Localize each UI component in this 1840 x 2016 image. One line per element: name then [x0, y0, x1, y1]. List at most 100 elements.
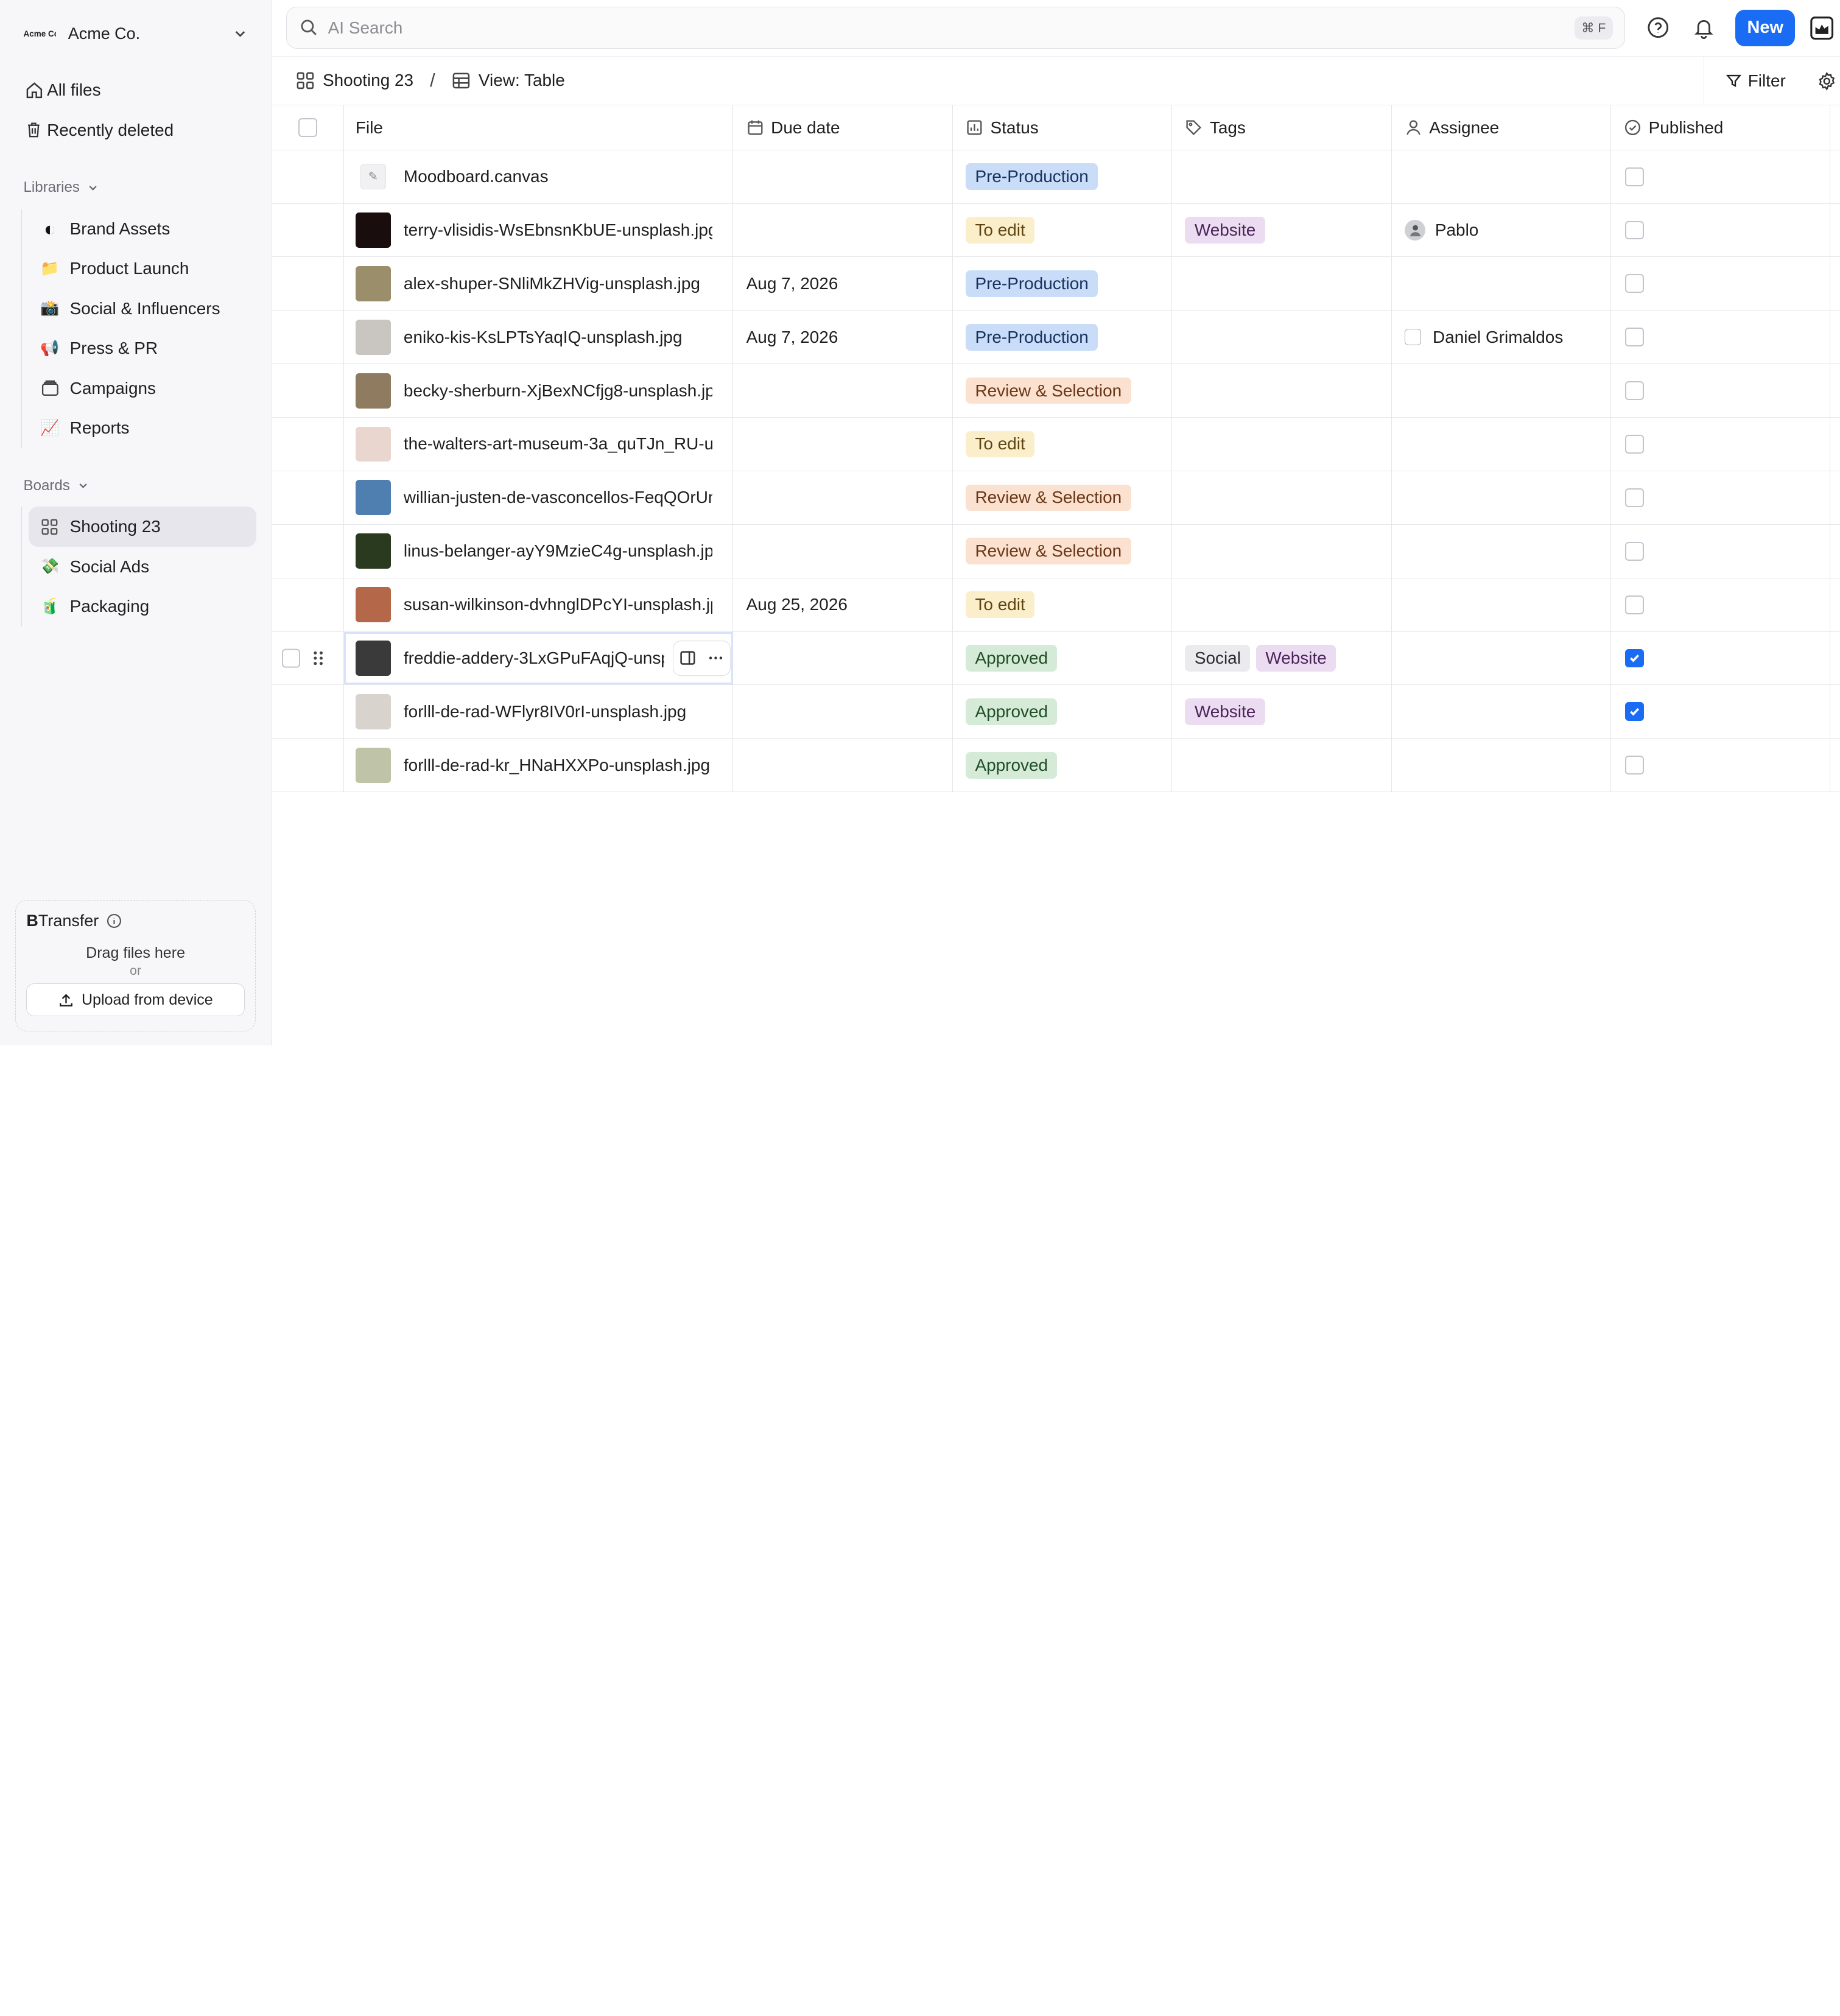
nav-recently-deleted[interactable]: Recently deleted	[16, 110, 255, 150]
table-row[interactable]: the-walters-art-museum-3a_quTJn_RU-unspl…	[272, 418, 1840, 471]
tags-cell[interactable]	[1172, 150, 1392, 203]
workspace-switcher[interactable]: Acme Co. Acme Co.	[0, 0, 272, 68]
assignee-cell[interactable]	[1392, 150, 1611, 203]
assignee-cell[interactable]	[1392, 631, 1611, 685]
transfer-dropzone[interactable]: B Transfer Drag files here or Upload from…	[15, 900, 256, 1031]
due-date-cell[interactable]: Aug 7, 2026	[733, 257, 953, 311]
workspace-profile-icon[interactable]	[1809, 15, 1835, 41]
tags-cell[interactable]: Social Website	[1172, 631, 1392, 685]
tags-cell[interactable]	[1172, 311, 1392, 364]
table-row[interactable]: willian-justen-de-vasconcellos-FeqQOrUns…	[272, 471, 1840, 525]
open-panel-icon[interactable]	[673, 642, 701, 675]
assignee-cell[interactable]	[1392, 471, 1611, 524]
tags-cell[interactable]: Website	[1172, 685, 1392, 739]
status-cell[interactable]: Review & Selection	[953, 524, 1173, 578]
table-row[interactable]: freddie-addery-3LxGPuFAqjQ-unsplash.jpg A…	[272, 631, 1840, 686]
assignee-cell[interactable]: Daniel Grimaldos	[1392, 311, 1611, 364]
file-cell[interactable]: susan-wilkinson-dvhnglDPcYI-unsplash.jpg	[344, 578, 734, 631]
gear-icon[interactable]	[1816, 71, 1838, 92]
table-row[interactable]: alex-shuper-SNliMkZHVig-unsplash.jpg Aug …	[272, 257, 1840, 311]
board-item-packaging[interactable]: 🧃 Packaging	[29, 586, 256, 627]
status-cell[interactable]: Pre-Production	[953, 150, 1173, 203]
table-row[interactable]: forlll-de-rad-kr_HNaHXXPo-unsplash.jpg Ap…	[272, 739, 1840, 793]
libraries-section-toggle[interactable]: Libraries	[0, 174, 272, 202]
upload-from-device-button[interactable]: Upload from device	[26, 983, 245, 1017]
library-item-reports[interactable]: 📈 Reports	[29, 409, 256, 449]
assignee-cell[interactable]	[1392, 685, 1611, 739]
status-cell[interactable]: To edit	[953, 578, 1173, 631]
due-date-cell[interactable]	[733, 364, 953, 418]
file-cell[interactable]: the-walters-art-museum-3a_quTJn_RU-unspl…	[344, 418, 734, 471]
status-cell[interactable]: Review & Selection	[953, 471, 1173, 524]
due-date-cell[interactable]	[733, 150, 953, 203]
published-checkbox[interactable]	[1625, 541, 1644, 561]
library-item-social-influencers[interactable]: 📸 Social & Influencers	[29, 289, 256, 329]
breadcrumb-board[interactable]: Shooting 23	[296, 71, 413, 90]
status-cell[interactable]: Approved	[953, 685, 1173, 739]
file-cell[interactable]: alex-shuper-SNliMkZHVig-unsplash.jpg	[344, 257, 734, 311]
tags-cell[interactable]	[1172, 364, 1392, 418]
table-row[interactable]: forlll-de-rad-WFlyr8IV0rI-unsplash.jpg Ap…	[272, 685, 1840, 739]
column-header-published[interactable]: Published	[1611, 105, 1831, 150]
file-cell[interactable]: forlll-de-rad-WFlyr8IV0rI-unsplash.jpg	[344, 685, 734, 739]
bell-icon[interactable]	[1691, 15, 1716, 41]
table-row[interactable]: eniko-kis-KsLPTsYaqIQ-unsplash.jpg Aug 7,…	[272, 311, 1840, 365]
status-cell[interactable]: Approved	[953, 631, 1173, 685]
status-cell[interactable]: Review & Selection	[953, 364, 1173, 418]
more-options-icon[interactable]	[701, 642, 729, 675]
search-input[interactable]	[328, 18, 1575, 38]
board-item-social-ads[interactable]: 💸 Social Ads	[29, 547, 256, 587]
library-item-brand-assets[interactable]: ◐ Brand Assets	[29, 209, 256, 249]
library-item-campaigns[interactable]: Campaigns	[29, 368, 256, 409]
library-item-product-launch[interactable]: 📁 Product Launch	[29, 249, 256, 289]
status-cell[interactable]: To edit	[953, 418, 1173, 471]
file-cell[interactable]: freddie-addery-3LxGPuFAqjQ-unsplash.jpg	[344, 631, 734, 685]
status-cell[interactable]: Pre-Production	[953, 311, 1173, 364]
published-checkbox[interactable]	[1625, 756, 1644, 775]
column-header-due-date[interactable]: Due date	[733, 105, 953, 150]
status-cell[interactable]: To edit	[953, 203, 1173, 257]
status-cell[interactable]: Pre-Production	[953, 257, 1173, 311]
tags-cell[interactable]	[1172, 739, 1392, 792]
due-date-cell[interactable]	[733, 739, 953, 792]
new-button[interactable]: New	[1735, 9, 1796, 46]
table-row[interactable]: becky-sherburn-XjBexNCfjg8-unsplash.jpg R…	[272, 364, 1840, 418]
info-icon[interactable]	[106, 913, 122, 929]
view-switcher[interactable]: View: Table	[452, 71, 565, 90]
tags-cell[interactable]	[1172, 471, 1392, 524]
published-checkbox[interactable]	[1625, 381, 1644, 400]
tags-cell[interactable]	[1172, 418, 1392, 471]
due-date-cell[interactable]	[733, 685, 953, 739]
assignee-cell[interactable]	[1392, 364, 1611, 418]
drag-handle-icon[interactable]	[312, 650, 324, 666]
file-cell[interactable]: ✎ Moodboard.canvas	[344, 150, 734, 203]
column-header-status[interactable]: Status	[953, 105, 1173, 150]
tags-cell[interactable]: Website	[1172, 203, 1392, 257]
assignee-cell[interactable]: Pablo	[1392, 203, 1611, 257]
assignee-cell[interactable]	[1392, 418, 1611, 471]
published-checkbox[interactable]	[1625, 595, 1644, 614]
due-date-cell[interactable]: Aug 25, 2026	[733, 578, 953, 631]
tags-cell[interactable]	[1172, 578, 1392, 631]
status-cell[interactable]: Approved	[953, 739, 1173, 792]
boards-section-toggle[interactable]: Boards	[0, 472, 272, 500]
file-cell[interactable]: willian-justen-de-vasconcellos-FeqQOrUns…	[344, 471, 734, 524]
assignee-cell[interactable]	[1392, 739, 1611, 792]
assignee-cell[interactable]	[1392, 524, 1611, 578]
table-row[interactable]: ✎ Moodboard.canvas Pre-Production	[272, 150, 1840, 204]
due-date-cell[interactable]	[733, 418, 953, 471]
due-date-cell[interactable]	[733, 631, 953, 685]
due-date-cell[interactable]	[733, 524, 953, 578]
published-checkbox[interactable]	[1625, 328, 1644, 347]
file-cell[interactable]: forlll-de-rad-kr_HNaHXXPo-unsplash.jpg	[344, 739, 734, 792]
file-cell[interactable]: terry-vlisidis-WsEbnsnKbUE-unsplash.jpg	[344, 203, 734, 257]
tags-cell[interactable]	[1172, 257, 1392, 311]
table-row[interactable]: linus-belanger-ayY9MzieC4g-unsplash.jpg R…	[272, 524, 1840, 578]
published-checkbox[interactable]	[1625, 167, 1644, 186]
table-row[interactable]: terry-vlisidis-WsEbnsnKbUE-unsplash.jpg T…	[272, 203, 1840, 258]
search-bar[interactable]: ⌘ F	[286, 7, 1626, 49]
row-checkbox[interactable]	[281, 648, 301, 668]
published-checkbox[interactable]	[1625, 702, 1644, 722]
column-header-assignee[interactable]: Assignee	[1392, 105, 1611, 150]
due-date-cell[interactable]: Aug 7, 2026	[733, 311, 953, 364]
